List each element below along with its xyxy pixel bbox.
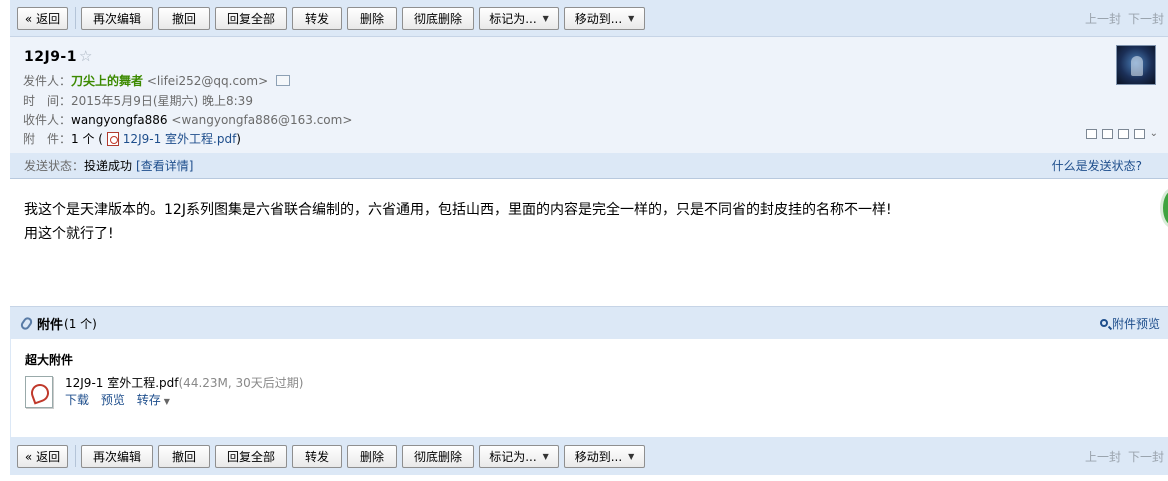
chevron-down-icon: ▼ [542,451,549,461]
mark-as-label: 标记为... [489,449,537,464]
save-to-dropdown[interactable]: 转存 ▼ [137,393,170,407]
attachments-header: 附件 (1 个) 附件预览 [10,306,1168,339]
download-link[interactable]: 下载 [65,393,89,407]
time-value: 2015年5月9日(星期六) 晚上8:39 [71,94,253,108]
attachment-close: ) [236,132,241,146]
message-nav: 上一封 下一封 [1078,437,1164,475]
attachment-file: 12J9-1 室外工程.pdf(44.23M, 30天后过期) [65,374,303,391]
reply-all-button[interactable]: 回复全部 [215,444,287,468]
delete-permanently-button[interactable]: 彻底删除 [402,6,474,30]
mark-as-label: 标记为... [489,11,537,26]
delete-button[interactable]: 删除 [347,6,397,30]
prev-message-link[interactable]: 上一封 [1085,448,1121,465]
chevron-down-icon: ▼ [542,13,549,23]
toolbar-divider [75,445,76,467]
contact-card-icon[interactable] [276,75,291,86]
toolbar-divider [75,7,76,29]
status-label: 发送状态： [24,159,85,173]
prev-message-link[interactable]: 上一封 [1085,10,1121,27]
attachments-count: (1 个) [64,316,97,331]
from-label: 发件人： [23,74,72,88]
status-value: 投递成功 [84,159,133,173]
window-icon[interactable] [1101,129,1113,139]
attachment-count: 1 个 ( [71,132,103,146]
star-icon[interactable]: ☆ [79,47,93,65]
attachment-preview-link[interactable]: 附件预览 [1099,315,1160,332]
forward-button[interactable]: 转发 [292,444,342,468]
pdf-icon[interactable] [25,376,53,408]
chevron-down-icon: ▼ [628,451,635,461]
sender-name[interactable]: 刀尖上的舞者 [71,74,143,88]
attachment-preview-label: 附件预览 [1111,316,1160,331]
mail-body: 我这个是天津版本的。12J系列图集是六省联合编制的，六省通用，包括山西，里面的内… [24,198,892,246]
edit-again-button[interactable]: 再次编辑 [81,6,153,30]
from-row: 发件人：刀尖上的舞者 <lifei252@qq.com> [23,72,291,89]
to-label: 收件人： [23,113,72,127]
move-to-dropdown[interactable]: 移动到... ▼ [564,444,645,468]
next-message-link[interactable]: 下一封 [1128,10,1164,27]
delete-permanently-button[interactable]: 彻底删除 [402,444,474,468]
search-icon [1099,319,1108,327]
recipient-name[interactable]: wangyongfa886 [71,113,168,127]
status-help-link[interactable]: 什么是发送状态? [1052,157,1142,174]
status-details-link[interactable]: [查看详情] [136,157,193,174]
time-row: 时 间：2015年5月9日(星期六) 晚上8:39 [23,92,253,109]
body-line: 我这个是天津版本的。12J系列图集是六省联合编制的，六省通用，包括山西，里面的内… [24,202,892,218]
recipient-email: <wangyongfa886@163.com> [171,113,353,127]
attachment-row: 附 件：1 个 ( 12J9-1 室外工程.pdf) [23,130,241,147]
top-toolbar: « 返回 再次编辑 撤回 回复全部 转发 删除 彻底删除 标记为... ▼ 移动到… [10,0,1168,36]
move-to-label: 移动到... [574,449,623,464]
attachment-file-name[interactable]: 12J9-1 室外工程.pdf [65,376,179,390]
edit-again-button[interactable]: 再次编辑 [81,444,153,468]
next-message-link[interactable]: 下一封 [1128,448,1164,465]
attachments-body: 超大附件 12J9-1 室外工程.pdf(44.23M, 30天后过期) 下载 … [10,339,1168,437]
move-to-label: 移动到... [574,11,623,26]
popout-icon[interactable] [1085,129,1097,139]
floating-widget-icon[interactable] [1160,188,1168,228]
to-row: 收件人：wangyongfa886 <wangyongfa886@163.com… [23,111,352,128]
large-attachment-label: 超大附件 [25,353,74,367]
message-nav: 上一封 下一封 [1078,0,1164,36]
forward-button[interactable]: 转发 [292,6,342,30]
delete-button[interactable]: 删除 [347,444,397,468]
attachment-link[interactable]: 12J9-1 室外工程.pdf [123,132,237,146]
mark-as-dropdown[interactable]: 标记为... ▼ [479,6,559,30]
move-to-dropdown[interactable]: 移动到... ▼ [564,6,645,30]
back-button[interactable]: « 返回 [17,444,68,468]
mail-header: 12J9-1 ☆ 发件人：刀尖上的舞者 <lifei252@qq.com> 时 间… [10,36,1168,153]
attachments-title: 附件 [37,317,64,333]
print-icon[interactable] [1133,129,1145,139]
attachment-label: 附 件： [23,132,72,146]
preview-link[interactable]: 预览 [101,393,125,407]
body-line: 用这个就行了! [24,226,114,242]
attachment-file-meta: (44.23M, 30天后过期) [178,376,304,390]
recall-button[interactable]: 撤回 [158,6,210,30]
mark-as-dropdown[interactable]: 标记为... ▼ [479,444,559,468]
attachment-actions: 下载 预览 转存 ▼ [65,391,170,408]
subject-text: 12J9-1 [24,49,77,65]
save-to-label: 转存 [136,393,161,407]
reply-all-button[interactable]: 回复全部 [215,6,287,30]
sender-email: <lifei252@qq.com> [146,74,269,88]
image-icon[interactable] [1117,129,1129,139]
header-tools: ⌄ [1085,129,1158,139]
bottom-toolbar: « 返回 再次编辑 撤回 回复全部 转发 删除 彻底删除 标记为... ▼ 移动到… [10,437,1168,475]
time-label: 时 间： [23,94,72,108]
recall-button[interactable]: 撤回 [158,444,210,468]
chevron-down-icon[interactable]: ⌄ [1150,129,1158,139]
avatar[interactable] [1116,45,1156,85]
chevron-down-icon: ▼ [163,397,170,406]
back-button[interactable]: « 返回 [17,6,68,30]
paperclip-icon [19,315,34,331]
pdf-icon [106,131,119,146]
send-status-bar: 发送状态： 投递成功 [查看详情] 什么是发送状态? [10,153,1168,179]
chevron-down-icon: ▼ [628,13,635,23]
mail-subject: 12J9-1 ☆ [24,47,93,65]
